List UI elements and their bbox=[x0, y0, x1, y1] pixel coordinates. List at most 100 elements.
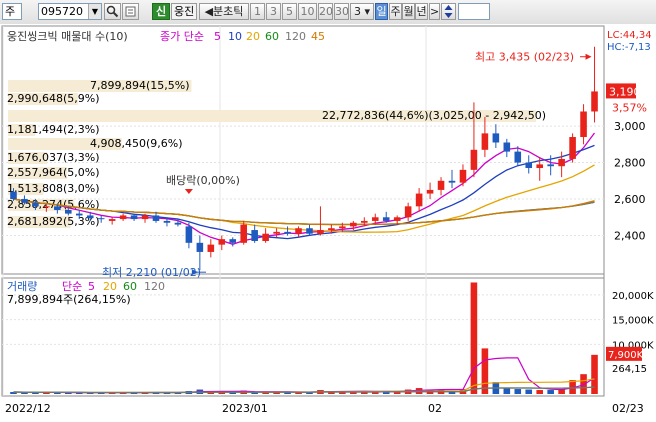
volume-bar bbox=[470, 282, 478, 394]
count-value: 3 bbox=[353, 5, 361, 18]
candle-body bbox=[32, 202, 39, 207]
volume-profile-label: 4,908,450(9,6%) bbox=[90, 137, 183, 150]
candle-body bbox=[284, 231, 291, 234]
price-axis-label: 2,600 bbox=[614, 193, 646, 206]
candle-body bbox=[21, 199, 28, 203]
volume-profile-label: 1,181,494(2,3%) bbox=[7, 123, 100, 136]
volume-bar bbox=[591, 354, 598, 394]
stock-code-input[interactable]: 095720 ▼ bbox=[38, 3, 102, 20]
candle-body bbox=[207, 244, 215, 252]
candle-body bbox=[339, 226, 346, 229]
candle-body bbox=[163, 220, 171, 223]
candle-body bbox=[371, 217, 379, 221]
candle-body bbox=[448, 180, 456, 183]
interval-button-5[interactable]: 5 bbox=[282, 3, 297, 20]
hc-label: HC:-7,13 bbox=[607, 42, 651, 53]
volume-info: 7,899,894주(264,15%) bbox=[7, 293, 131, 306]
price-panel-title: 웅진씽크빅 매물대 수(10) bbox=[7, 30, 128, 43]
next-button[interactable]: > bbox=[429, 3, 440, 20]
candle-body bbox=[459, 169, 467, 183]
period-month-button[interactable]: 월 bbox=[402, 3, 415, 20]
candle-body bbox=[43, 206, 50, 208]
ma-120-label: 120 bbox=[285, 30, 306, 43]
volume-profile-label: 2,681,892(5,3%) bbox=[7, 215, 100, 228]
candle-body bbox=[108, 219, 116, 221]
volume-bar bbox=[558, 389, 565, 394]
candle-body bbox=[251, 230, 258, 241]
lc-label: LC:44,34 bbox=[607, 30, 652, 41]
candle-body bbox=[393, 217, 401, 221]
candle-body bbox=[591, 91, 598, 112]
interval-button-30[interactable]: 30 bbox=[334, 3, 349, 20]
new-stock-button[interactable]: 신 bbox=[152, 3, 170, 20]
chevron-down-icon[interactable]: ▼ bbox=[88, 4, 101, 19]
volume-title: 거래량 bbox=[7, 280, 37, 293]
volume-bar bbox=[536, 390, 543, 394]
candle-body bbox=[174, 222, 182, 225]
volume-bar bbox=[525, 389, 533, 394]
candle-body bbox=[240, 224, 247, 243]
extra-input[interactable] bbox=[458, 3, 490, 20]
candle-body bbox=[580, 111, 587, 138]
market-select[interactable]: 주 bbox=[2, 3, 22, 20]
candle-body bbox=[547, 164, 554, 167]
tick-period-button[interactable]: ◀분초틱 bbox=[199, 3, 249, 20]
volume-axis-label: 15,000K bbox=[612, 316, 654, 327]
ma-5-label: 5 bbox=[214, 30, 221, 43]
interval-button-3[interactable]: 3 bbox=[266, 3, 281, 20]
period-day-button[interactable]: 일 bbox=[375, 3, 388, 20]
magnifier-icon[interactable] bbox=[104, 3, 121, 20]
candle-body bbox=[273, 231, 280, 234]
ma-60-label: 60 bbox=[265, 30, 279, 43]
chart-area[interactable]: 7,899,894(15,5%) 2,990,648(5,9%) 22,772,83… bbox=[0, 24, 656, 419]
candle-body bbox=[404, 206, 412, 218]
candle-body bbox=[97, 218, 105, 220]
candle-body bbox=[437, 180, 445, 190]
interval-button-10[interactable]: 10 bbox=[298, 3, 317, 20]
candle-body bbox=[350, 222, 357, 227]
last-change-label: 3,57% bbox=[612, 101, 647, 114]
volume-bar bbox=[481, 348, 489, 394]
date-axis-label: 2023/01 bbox=[222, 402, 268, 415]
dividend-label: 배당락(0,00%) bbox=[166, 174, 240, 187]
ma-title: 종가 단순 bbox=[160, 30, 204, 43]
candle-body bbox=[196, 242, 204, 252]
candle-body bbox=[503, 142, 511, 152]
high-label: 최고 3,435 (02/23) bbox=[475, 51, 574, 64]
candle-body bbox=[382, 217, 390, 221]
volume-profile-label: 7,899,894(15,5%) bbox=[90, 79, 190, 92]
date-axis-label: 02 bbox=[428, 402, 442, 415]
volume-bar bbox=[547, 390, 554, 394]
up-down-arrows-icon[interactable] bbox=[441, 3, 456, 20]
candle-body bbox=[558, 158, 565, 167]
volume-bar bbox=[514, 389, 522, 394]
price-axis-label: 3,000 bbox=[614, 120, 646, 133]
candle-body bbox=[295, 228, 302, 234]
vol-ma-20-label: 20 bbox=[103, 280, 117, 293]
list-icon[interactable] bbox=[122, 3, 139, 20]
vol-ma-60-label: 60 bbox=[123, 280, 137, 293]
volume-profile-label: 2,557,964(5,0%) bbox=[7, 166, 100, 179]
candle-body bbox=[75, 213, 83, 216]
candle-body bbox=[218, 239, 226, 245]
period-year-button[interactable]: 년 bbox=[415, 3, 428, 20]
candle-body bbox=[152, 215, 160, 221]
interval-button-1[interactable]: 1 bbox=[250, 3, 265, 20]
candle-body bbox=[229, 239, 237, 243]
candle-body bbox=[185, 226, 193, 243]
period-week-button[interactable]: 주 bbox=[389, 3, 402, 20]
price-legend: 웅진씽크빅 매물대 수(10) 종가 단순 5 10 20 60 120 45 bbox=[7, 30, 325, 43]
volume-axis-label: 20,000K bbox=[612, 291, 654, 302]
candle-body bbox=[130, 215, 138, 220]
volume-ma-title: 단순 bbox=[62, 280, 82, 293]
volume-profile-label: 2,990,648(5,9%) bbox=[7, 92, 100, 105]
candle-body bbox=[141, 215, 149, 220]
interval-button-20[interactable]: 20 bbox=[318, 3, 333, 20]
volume-bar bbox=[580, 374, 587, 394]
date-axis-label: 02/23 bbox=[612, 402, 644, 415]
candle-body bbox=[492, 133, 500, 143]
count-select[interactable]: 3 ▾ bbox=[350, 3, 374, 20]
candle-body bbox=[569, 137, 576, 159]
last-volume-label: 7,900K bbox=[608, 350, 644, 361]
candle-body bbox=[536, 164, 543, 169]
